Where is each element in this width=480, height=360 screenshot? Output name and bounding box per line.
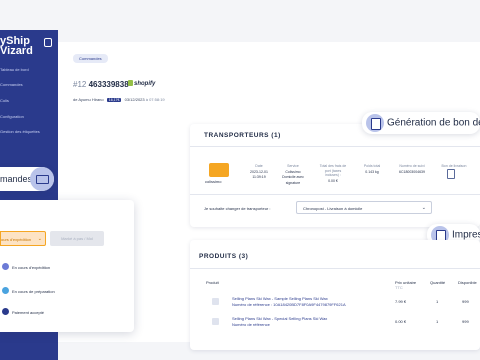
- product-price: 0.00 €: [395, 319, 407, 324]
- status-option-payment[interactable]: Paiement accepté: [12, 310, 44, 315]
- column-weight: Poids total 0.143 kg: [358, 164, 386, 174]
- collapse-sidebar-icon[interactable]: [44, 38, 52, 47]
- product-available: 999: [462, 299, 469, 304]
- column-service-value: Colissimo: [285, 169, 301, 174]
- column-cost-header-3: incluses) :: [325, 173, 341, 177]
- products-header-available: Disponible: [458, 280, 477, 285]
- brand-line-2: Vizard: [0, 45, 33, 57]
- column-delivery-note-header: Bon de livraison: [441, 164, 467, 168]
- generate-delivery-note-button[interactable]: Génération de bon de liv: [362, 112, 480, 134]
- print-label: Impress: [452, 229, 480, 241]
- product-name[interactable]: Selling Plans Ski Wax - Special Selling …: [232, 316, 327, 321]
- product-quantity: 1: [436, 319, 439, 324]
- preparation-status-icon: [2, 287, 9, 294]
- status-option-preparation[interactable]: En cours de préparation: [12, 289, 55, 294]
- carrier-select[interactable]: Chronopost - Livraison à domicile ⌄: [296, 201, 432, 214]
- orders-nav-label: mandes: [0, 174, 33, 184]
- product-name[interactable]: Selling Plans Ski Wax - Sample Selling P…: [232, 296, 328, 301]
- brand-logo[interactable]: yShip Vizard: [0, 36, 33, 57]
- column-cost-value: 0.00 €: [328, 178, 338, 183]
- column-weight-header: Poids total: [363, 164, 381, 168]
- carrier-name: colissimo: [205, 179, 222, 184]
- products-header-product: Produit: [206, 280, 219, 285]
- carrier-select-value: Chronopost - Livraison à domicile: [303, 206, 363, 211]
- sidebar-item-orders[interactable]: Commandes: [0, 82, 23, 87]
- clipboard-icon: [366, 114, 384, 132]
- generate-delivery-note-label: Génération de bon de liv: [387, 117, 480, 129]
- product-thumbnail: [212, 298, 219, 305]
- column-service: Service Colissimo Domicile avec signatur…: [278, 164, 308, 185]
- payment-status-icon: [2, 308, 9, 315]
- colissimo-logo-icon: [209, 163, 229, 177]
- sidebar-item-labels[interactable]: Gestion des étiquettes: [0, 129, 40, 134]
- sidebar-item-parcels[interactable]: Colis: [0, 98, 9, 103]
- truck-icon: [30, 167, 54, 191]
- column-service-value-3: signature: [285, 180, 301, 185]
- carriers-divider: [190, 146, 480, 147]
- product-reference: Numéro de référence: [232, 322, 270, 327]
- shopify-bag-icon: [128, 80, 133, 86]
- chevron-down-icon: ⌄: [421, 205, 426, 211]
- sidebar-item-dashboard[interactable]: Tableau de bord: [0, 67, 29, 72]
- status-dropdown[interactable]: ours d'expédition ⌄: [0, 231, 46, 246]
- column-tracking-header: Numéro de suivi: [399, 164, 425, 168]
- order-total-badge: 16,17€: [106, 98, 122, 102]
- product-price: 7.99 €: [395, 299, 407, 304]
- order-meta: de Ayumu Hirano 16,17€ 03/12/2023 à 07:5…: [73, 97, 165, 102]
- products-divider: [190, 268, 480, 269]
- chevron-down-icon: ⌄: [37, 236, 42, 242]
- carriers-divider-2: [190, 194, 480, 195]
- mark-status-button: Marké à pas / Mol: [50, 231, 104, 246]
- shipping-status-icon: [2, 263, 9, 270]
- carriers-title: TRANSPORTEURS (1): [204, 132, 281, 139]
- products-header-price-sub: TTC: [395, 285, 403, 290]
- column-service-value-2: Domicile avec: [282, 175, 304, 179]
- order-hash: #12: [73, 80, 87, 89]
- column-weight-value: 0.143 kg: [365, 169, 379, 174]
- status-option-shipping[interactable]: En cours d'expédition: [12, 265, 50, 270]
- products-title: PRODUITS (3): [199, 253, 249, 260]
- delivery-note-icon[interactable]: [447, 169, 455, 179]
- order-number: 463339838: [88, 80, 129, 89]
- order-title: #12 463339838: [73, 80, 129, 89]
- shopify-logo: shopify: [128, 80, 155, 87]
- column-date: Date 2023-12-01 11:39:19: [244, 164, 274, 180]
- product-thumbnail: [212, 318, 219, 325]
- column-shipping-cost: Total des frais de port (taxes incluses)…: [313, 164, 353, 183]
- column-date-header: Date: [255, 164, 263, 168]
- product-reference: Numéro de référence : 10A18420BD7F8F0A9F…: [232, 302, 346, 307]
- shopify-label: shopify: [134, 81, 156, 87]
- breadcrumb[interactable]: Commandes: [73, 54, 108, 63]
- product-available: 999: [462, 319, 469, 324]
- products-card: PRODUITS (3): [190, 240, 480, 350]
- order-customer: de Ayumu Hirano: [73, 97, 104, 102]
- column-tracking-value[interactable]: 6C18003004639: [392, 170, 432, 175]
- sidebar-item-configuration[interactable]: Configuration: [0, 114, 24, 119]
- order-date: 03/12/2023: [124, 97, 145, 102]
- column-service-header: Service: [287, 164, 299, 168]
- column-delivery-note: Bon de livraison: [437, 164, 471, 169]
- column-tracking: Numéro de suivi 6C18003004639: [392, 164, 432, 174]
- status-dropdown-label: ours d'expédition: [1, 237, 32, 242]
- product-quantity: 1: [436, 299, 439, 304]
- change-carrier-label: Je souhaite changer de transporteur :: [204, 206, 271, 211]
- order-time: à 07:58:19: [145, 97, 165, 102]
- column-date-time: 11:39:19: [252, 175, 266, 179]
- column-date-value: 2023-12-01: [250, 169, 268, 174]
- products-header-quantity: Quantité: [430, 280, 446, 285]
